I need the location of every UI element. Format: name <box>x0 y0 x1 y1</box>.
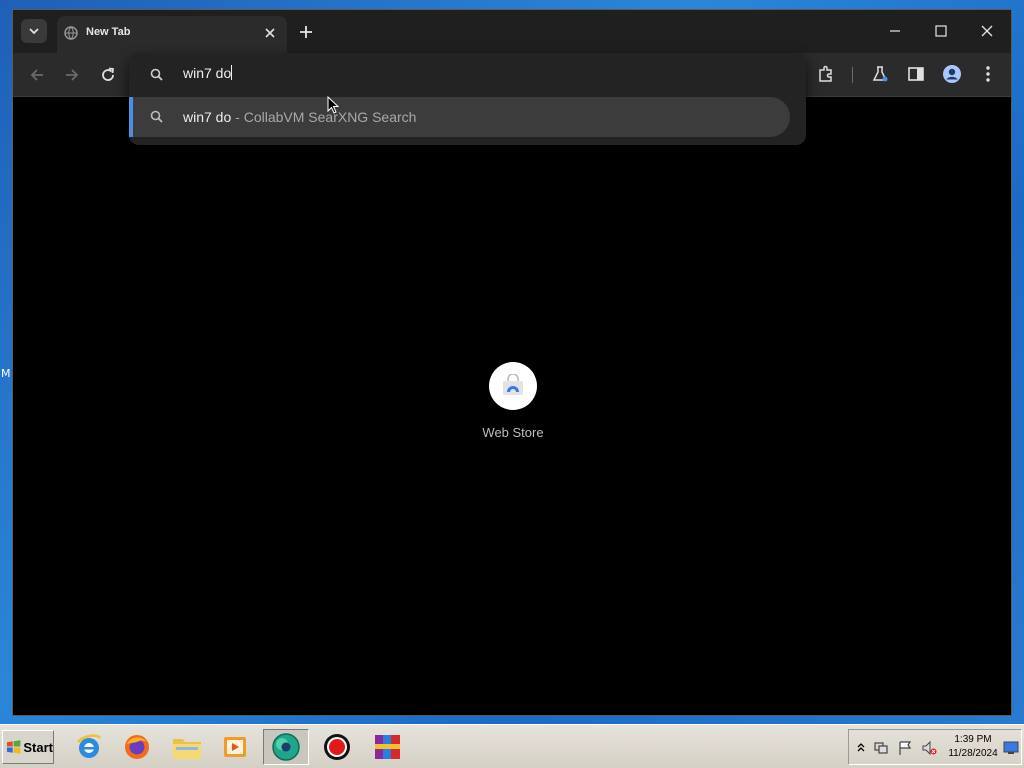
window-close-button[interactable] <box>973 20 1001 42</box>
mouse-cursor-icon <box>327 96 339 114</box>
minimize-icon <box>890 30 900 32</box>
shortcut-icon-circle <box>489 362 537 410</box>
arrow-left-icon <box>30 69 43 81</box>
tray-action-center[interactable] <box>897 740 913 756</box>
taskbar-app-chrome[interactable] <box>263 729 309 765</box>
side-panel-icon <box>908 67 924 81</box>
side-panel-button[interactable] <box>904 62 928 86</box>
chrome-icon <box>272 733 300 761</box>
taskbar: Start 1:39 PM 11/28/2024 <box>0 724 1024 768</box>
search-icon <box>150 110 163 123</box>
webstore-icon <box>503 374 523 395</box>
flask-icon <box>872 66 888 82</box>
system-tray: 1:39 PM 11/28/2024 <box>848 729 1022 765</box>
network-icon <box>874 742 888 754</box>
winrar-icon <box>375 735 400 759</box>
suggestion-text: win7 do - CollabVM SearXNG Search <box>183 109 416 125</box>
kebab-menu-icon <box>986 66 990 82</box>
avatar-icon <box>943 65 961 83</box>
text-caret <box>231 65 233 80</box>
plus-icon <box>300 26 312 38</box>
desktop-icon <box>1003 741 1019 754</box>
browser-window: New Tab win7 do win7 do - CollabVM SearX… <box>12 9 1012 716</box>
tab-new-tab[interactable]: New Tab <box>57 16 287 53</box>
reload-button[interactable] <box>96 63 120 87</box>
title-bar: New Tab <box>13 10 1011 53</box>
volume-muted-icon <box>922 740 937 756</box>
search-icon <box>150 68 163 81</box>
tab-close-button[interactable] <box>261 24 279 42</box>
new-tab-button[interactable] <box>297 23 315 41</box>
tray-volume[interactable] <box>921 740 937 756</box>
reload-icon <box>102 67 115 81</box>
taskbar-app-recorder[interactable] <box>314 729 360 765</box>
media-player-icon <box>224 737 246 757</box>
clock[interactable]: 1:39 PM 11/28/2024 <box>945 733 1001 761</box>
shortcut-label: Web Store <box>482 425 544 440</box>
taskbar-app-firefox[interactable] <box>114 729 160 765</box>
toolbar-divider <box>852 67 853 83</box>
menu-button[interactable] <box>976 62 1000 86</box>
globe-icon <box>64 26 78 40</box>
show-hidden-icons-button[interactable] <box>853 740 869 756</box>
start-label: Start <box>23 739 53 755</box>
show-desktop-button[interactable] <box>1003 740 1019 756</box>
internet-explorer-icon <box>77 734 102 758</box>
taskbar-app-winrar[interactable] <box>364 729 410 765</box>
taskbar-app-media[interactable] <box>212 729 258 765</box>
profile-button[interactable] <box>940 62 964 86</box>
address-bar[interactable]: win7 do <box>129 53 806 97</box>
omnibox-popup: win7 do win7 do - CollabVM SearXNG Searc… <box>129 53 806 145</box>
flag-icon <box>899 741 912 755</box>
tab-search-button[interactable] <box>21 19 47 43</box>
forward-button[interactable] <box>60 63 84 87</box>
omnibox-suggestion[interactable]: win7 do - CollabVM SearXNG Search <box>129 97 790 137</box>
file-explorer-icon <box>173 739 201 759</box>
clock-time: 1:39 PM <box>954 734 992 745</box>
record-icon <box>324 734 350 760</box>
arrow-right-icon <box>66 69 79 81</box>
shortcut-web-store[interactable]: Web Store <box>467 362 559 440</box>
chevron-up-icon <box>857 743 865 752</box>
windows-logo-icon <box>6 740 21 754</box>
minimize-button[interactable] <box>881 20 909 42</box>
extensions-button[interactable] <box>814 62 838 86</box>
labs-button[interactable] <box>868 62 892 86</box>
taskbar-app-ie[interactable] <box>66 729 112 765</box>
suggestion-query: win7 do <box>183 109 232 125</box>
clock-date: 11/28/2024 <box>948 748 998 759</box>
start-button[interactable]: Start <box>2 730 54 764</box>
maximize-button[interactable] <box>927 20 955 42</box>
chevron-down-icon <box>29 28 39 35</box>
suggestion-engine: - CollabVM SearXNG Search <box>231 109 417 125</box>
tray-network[interactable] <box>873 740 889 756</box>
suggestion-selected-indicator <box>129 97 133 137</box>
address-input[interactable]: win7 do <box>183 65 233 81</box>
back-button[interactable] <box>25 63 49 87</box>
tab-title: New Tab <box>86 26 131 38</box>
maximize-icon <box>935 25 947 37</box>
desktop-edge-text: M <box>1 367 11 380</box>
firefox-icon <box>125 735 149 759</box>
close-icon <box>981 25 993 37</box>
close-icon <box>265 28 275 38</box>
puzzle-icon <box>819 65 832 82</box>
taskbar-app-explorer[interactable] <box>164 729 210 765</box>
